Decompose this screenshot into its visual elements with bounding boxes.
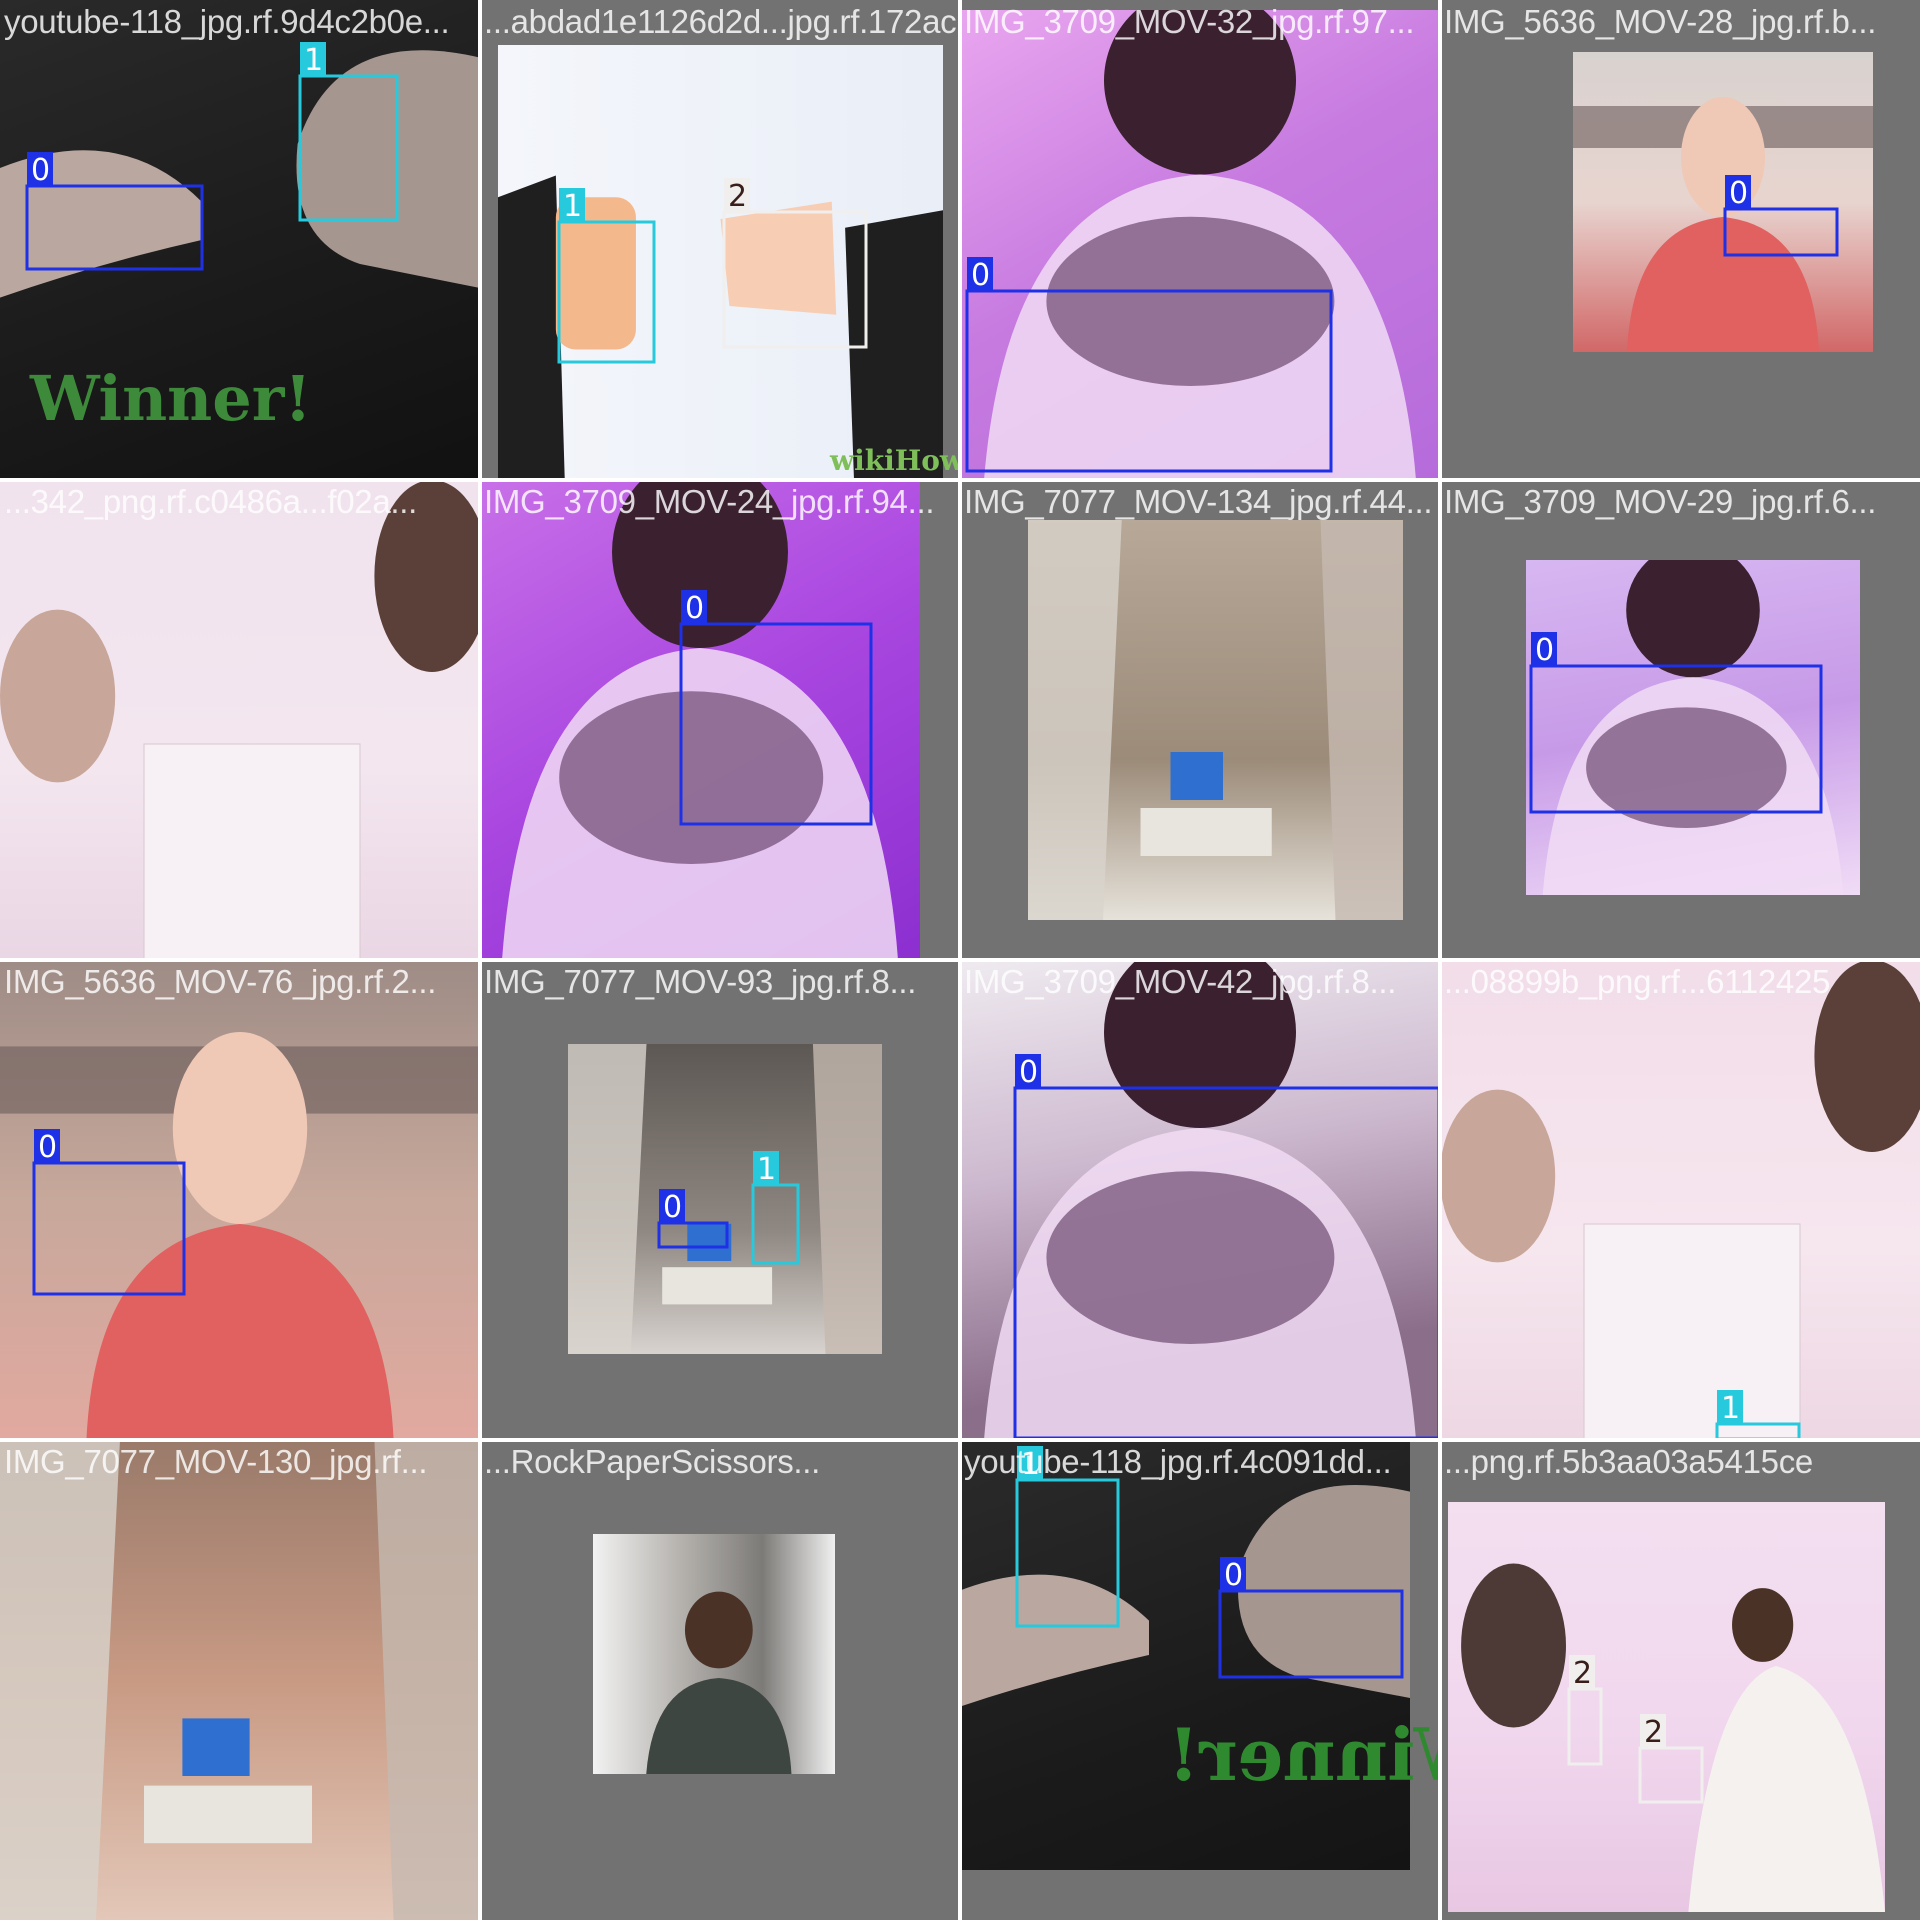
grid-divider [1438, 0, 1442, 1920]
bounding-box [298, 74, 399, 222]
grid-divider [0, 1438, 1920, 1442]
annotation-layer [0, 480, 480, 960]
bounding-box [1013, 1086, 1440, 1440]
annotation-layer: 0 [965, 257, 1333, 473]
box-class-label: 0 [38, 1130, 57, 1165]
bounding-box [722, 210, 868, 349]
mosaic-tile: 1 2 wikiHow ...abdad1e1126d2d...jpg.rf.172a… [480, 0, 960, 480]
annotation-layer: 1 [1715, 1390, 1801, 1440]
annotation-layer [0, 1440, 480, 1920]
mosaic-tile: 0 IMG_3709_MOV-24_jpg.rf.94... [480, 480, 960, 960]
box-class-label: 0 [1019, 1055, 1038, 1090]
mosaic-tile: 1 ...08899b_png.rf...6112425 [1440, 960, 1920, 1440]
annotation-layer: 0 [1723, 175, 1839, 257]
mosaic-tile: 0 1 Winner! youtube-118_jpg.rf.9d4c2b0e... [0, 0, 480, 480]
box-class-label: 1 [1021, 1447, 1040, 1482]
mosaic-tile: 0 IMG_3709_MOV-29_jpg.rf.6... [1440, 480, 1920, 960]
mosaic-tile: IMG_7077_MOV-130_jpg.rf... [0, 1440, 480, 1920]
overlay-text: Winner! [29, 362, 312, 435]
mosaic-tile: IMG_7077_MOV-134_jpg.rf.44... [960, 480, 1440, 960]
overlay-text: Winner! [1168, 1712, 1440, 1797]
grid-divider [0, 958, 1920, 962]
annotation-layer: 0 [1529, 632, 1823, 814]
box-class-label: 2 [1644, 1715, 1663, 1750]
annotation-layer: 1 0 Winner! [1015, 1446, 1440, 1797]
box-class-label: 2 [1573, 1656, 1592, 1691]
mosaic-tile: ...RockPaperScissors... [480, 1440, 960, 1920]
annotation-layer: 0 [679, 590, 873, 826]
bounding-box [557, 220, 656, 364]
annotation-layer [480, 1440, 960, 1920]
bounding-box [965, 289, 1333, 473]
mosaic-tile: 0 IMG_5636_MOV-28_jpg.rf.b... [1440, 0, 1920, 480]
annotation-layer: 22 [1567, 1655, 1704, 1804]
annotation-layer: 0 1 Winner! [25, 42, 399, 435]
box-class-label: 1 [1721, 1391, 1740, 1426]
bounding-box [32, 1161, 186, 1296]
box-class-label: 0 [31, 153, 50, 188]
watermark-text: wikiHow [829, 444, 960, 477]
annotation-layer [960, 480, 1440, 960]
box-class-label: 0 [663, 1190, 682, 1225]
bounding-box [1715, 1422, 1801, 1440]
box-class-label: 0 [685, 591, 704, 626]
bounding-box [1529, 664, 1823, 814]
annotation-layer: 0 [1013, 1054, 1440, 1440]
mosaic-grid: 0 1 Winner! youtube-118_jpg.rf.9d4c2b0e... 1… [0, 0, 1920, 1920]
box-class-label: 1 [304, 43, 323, 78]
mosaic-tile: 0 1 IMG_7077_MOV-93_jpg.rf.8... [480, 960, 960, 1440]
bounding-box [1723, 207, 1839, 257]
bounding-box [1638, 1746, 1704, 1804]
box-class-label: 0 [1729, 176, 1748, 211]
mosaic-tile: 0 IMG_5636_MOV-76_jpg.rf.2... [0, 960, 480, 1440]
annotation-layer: 1 2 wikiHow [557, 178, 960, 477]
box-class-label: 0 [1224, 1558, 1243, 1593]
bounding-box [751, 1183, 800, 1265]
mosaic-tile: 0 IMG_3709_MOV-42_jpg.rf.8... [960, 960, 1440, 1440]
box-class-label: 1 [563, 189, 582, 224]
box-class-label: 0 [1535, 633, 1554, 668]
box-class-label: 1 [757, 1152, 776, 1187]
mosaic-tile: ...342_png.rf.c0486a...f02a... [0, 480, 480, 960]
bounding-box [25, 184, 204, 271]
box-class-label: 0 [971, 258, 990, 293]
mosaic-tile: 0 IMG_3709_MOV-32_jpg.rf.97... [960, 0, 1440, 480]
bounding-box [1015, 1478, 1120, 1628]
bounding-box [1218, 1589, 1404, 1679]
mosaic-tile: 10Winner!youtube-118_jpg.rf.4c091dd... [960, 1440, 1440, 1920]
annotation-layer: 0 [32, 1129, 186, 1296]
bounding-box [679, 622, 873, 826]
mosaic-tile: 2 2 ...png.rf.5b3aa03a5415ce [1440, 1440, 1920, 1920]
bounding-box [1567, 1687, 1603, 1766]
box-class-label: 2 [728, 179, 747, 214]
annotation-layer: 01 [657, 1151, 800, 1265]
bounding-box [657, 1221, 729, 1249]
